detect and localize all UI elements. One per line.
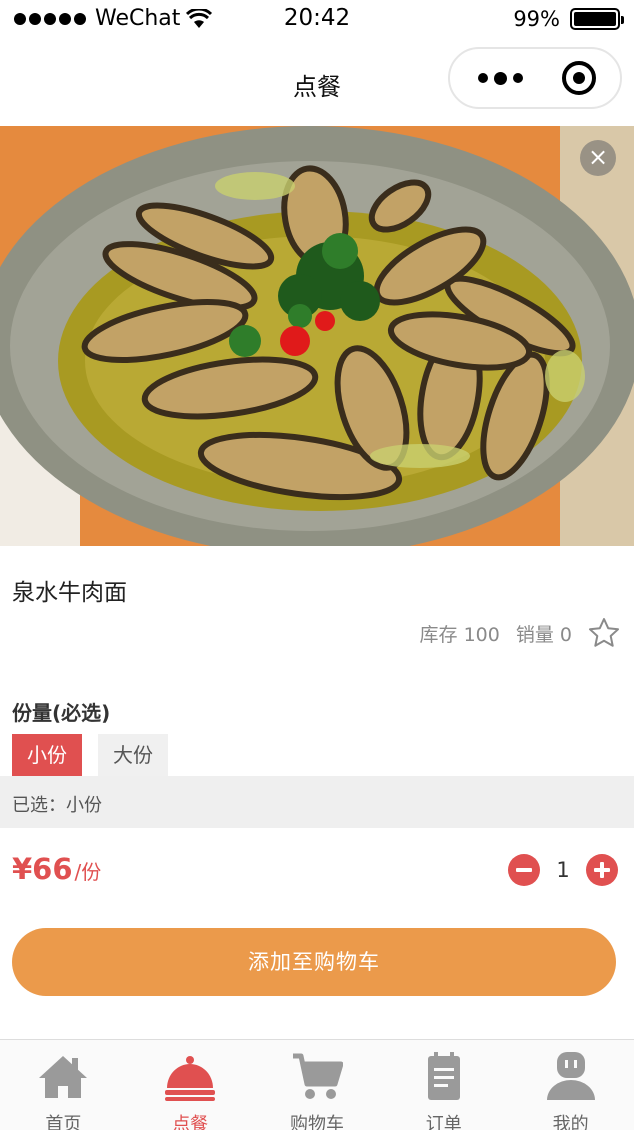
increase-quantity-button[interactable] bbox=[586, 854, 618, 886]
stock-count: 库存 100 bbox=[419, 623, 500, 646]
battery-icon bbox=[570, 8, 624, 30]
more-icon[interactable] bbox=[470, 49, 530, 107]
quantity-stepper: 1 bbox=[508, 854, 618, 886]
product-name: 泉水牛肉面 bbox=[12, 580, 127, 606]
price: ¥66 /份 bbox=[12, 852, 101, 886]
page: WeChat 20:42 99% 点餐 × 泉水牛肉面 库存 100 销量 0 … bbox=[0, 0, 634, 1130]
order-icon bbox=[427, 1052, 460, 1100]
selected-summary-bar: 已选：小份 bbox=[0, 776, 634, 828]
portion-option-title: 份量(必选) bbox=[12, 701, 111, 725]
status-bar: WeChat 20:42 99% bbox=[0, 0, 634, 40]
tab-bar: 首页 点餐 购物车 订单 我的 bbox=[0, 1039, 634, 1130]
selected-summary: 已选：小份 bbox=[12, 795, 102, 816]
portion-options: 小份 大份 bbox=[12, 734, 184, 776]
add-to-cart-button[interactable]: 添加至购物车 bbox=[12, 928, 616, 996]
tab-order-food[interactable]: 点餐 bbox=[127, 1040, 254, 1130]
favorite-star-icon[interactable] bbox=[588, 617, 620, 649]
cart-icon bbox=[292, 1053, 343, 1099]
battery-tip bbox=[621, 16, 624, 24]
profile-icon bbox=[546, 1052, 595, 1100]
price-value: ¥66 bbox=[12, 852, 73, 886]
tab-profile[interactable]: 我的 bbox=[507, 1040, 634, 1130]
price-unit: /份 bbox=[74, 860, 102, 884]
nav-bar: 点餐 bbox=[0, 40, 634, 126]
tab-label: 我的 bbox=[552, 1114, 589, 1130]
noodle-bowl-illustration bbox=[0, 126, 634, 546]
mini-program-capsule bbox=[448, 47, 622, 109]
decrease-quantity-button[interactable] bbox=[508, 854, 540, 886]
tab-label: 首页 bbox=[45, 1114, 82, 1130]
quantity-value: 1 bbox=[556, 858, 570, 882]
product-image: × bbox=[0, 126, 634, 546]
tab-label: 购物车 bbox=[289, 1114, 344, 1130]
close-program-icon[interactable] bbox=[562, 61, 596, 95]
product-stats: 库存 100 销量 0 bbox=[420, 617, 620, 649]
option-large[interactable]: 大份 bbox=[98, 734, 168, 776]
battery-group: 99% bbox=[513, 7, 624, 31]
battery-level bbox=[574, 12, 616, 26]
option-small[interactable]: 小份 bbox=[12, 734, 82, 776]
tab-cart[interactable]: 购物车 bbox=[254, 1040, 381, 1130]
tab-label: 订单 bbox=[425, 1114, 462, 1130]
cloche-icon bbox=[165, 1056, 216, 1101]
sales-count: 销量 0 bbox=[515, 623, 572, 646]
tab-label: 点餐 bbox=[172, 1114, 209, 1130]
home-icon bbox=[39, 1056, 88, 1098]
tab-home[interactable]: 首页 bbox=[0, 1040, 127, 1130]
close-icon[interactable]: × bbox=[580, 140, 616, 176]
tab-orders[interactable]: 订单 bbox=[380, 1040, 507, 1130]
battery-percent: 99% bbox=[513, 7, 560, 31]
